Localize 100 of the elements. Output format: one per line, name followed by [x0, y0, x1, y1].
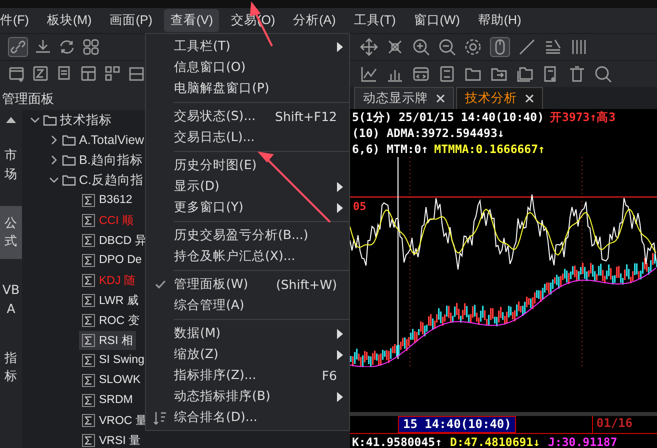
formula-item[interactable]: VRSI 量	[79, 430, 144, 448]
sigma-icon	[82, 314, 95, 326]
tab[interactable]: 动态显示牌	[354, 87, 454, 109]
menu-item[interactable]: 帮助(H)	[472, 9, 528, 32]
line-chart-icon[interactable]	[360, 65, 378, 83]
chevron-down-icon[interactable]	[30, 115, 40, 125]
menu-item[interactable]: 综合管理(A)	[146, 295, 349, 316]
tiles-add-icon[interactable]	[104, 65, 122, 83]
menu-item[interactable]: 交易状态(S)... Shift+F12	[146, 106, 349, 127]
sort-icon	[153, 410, 167, 424]
menu-item[interactable]: 更多窗口(Y)	[146, 197, 349, 218]
formula-item[interactable]: ROC 变	[79, 310, 143, 330]
sigma-icon	[82, 334, 95, 346]
menu-item[interactable]: 画面(P)	[104, 9, 158, 32]
tree-item[interactable]: A.TotalView	[79, 133, 144, 147]
zoom-out-icon[interactable]	[438, 38, 456, 56]
menu-item[interactable]: 件(F)	[0, 9, 35, 32]
percent-icon[interactable]	[544, 38, 562, 56]
bars-icon[interactable]	[570, 38, 588, 56]
sigma-icon	[82, 254, 95, 266]
menu-item[interactable]: 电脑解盘窗口(P)	[146, 78, 349, 99]
level-label: 05	[353, 200, 366, 213]
line-tool-icon[interactable]	[518, 38, 536, 56]
close-icon[interactable]	[436, 94, 445, 103]
chevron-down-icon[interactable]	[49, 175, 59, 185]
formula-item[interactable]: B3612	[79, 190, 136, 210]
search-icon[interactable]	[594, 65, 612, 83]
side-tab[interactable]: 公式	[0, 206, 22, 259]
sigma-icon	[82, 274, 95, 286]
menu-item[interactable]: 显示(D)	[146, 176, 349, 197]
menu-item[interactable]: 工具(T)	[348, 9, 402, 32]
formula-item[interactable]: SRDM	[79, 390, 136, 410]
side-tab[interactable]: 市场	[0, 138, 22, 192]
formula-item[interactable]: KDJ 随	[79, 270, 139, 290]
side-tab[interactable]: 指标	[0, 340, 22, 394]
indicator-text: 开3973↑高3	[550, 109, 616, 125]
panel-icon[interactable]	[438, 65, 456, 83]
indicator-text: (10) ADMA:3972.594493↓	[352, 125, 504, 141]
formula-item[interactable]: SI Swing	[79, 350, 148, 370]
chevron-right-icon[interactable]	[49, 135, 59, 145]
menu-item[interactable]: 缩放(Z)	[146, 344, 349, 365]
indicator-text: K:41.9580045↑	[352, 434, 442, 448]
tree-item[interactable]: 技术指标	[60, 112, 112, 128]
settings-icon[interactable]	[464, 38, 482, 56]
tab[interactable]: 技术分析	[456, 87, 543, 109]
menu-item[interactable]: 指标排序(Z)... F6	[146, 365, 349, 386]
link-icon[interactable]	[9, 38, 27, 56]
grid-icon[interactable]	[82, 38, 100, 56]
folder-icon	[62, 154, 76, 166]
folder-icon	[43, 114, 57, 126]
folders-icon[interactable]	[516, 65, 534, 83]
folder-icon	[62, 134, 76, 146]
menu-item[interactable]: 板块(M)	[40, 9, 98, 32]
close-icon[interactable]	[525, 94, 534, 103]
tree-item[interactable]: B.趋向指标	[79, 152, 143, 168]
menu-item[interactable]: 历史分时图(E)	[146, 155, 349, 176]
sigma-icon	[82, 414, 95, 426]
formula-item[interactable]: SLOWK	[79, 370, 144, 390]
menu-item[interactable]: 管理面板(W) (Shift+W)	[146, 274, 349, 295]
sigma-icon	[82, 434, 95, 446]
refresh-icon[interactable]	[58, 38, 76, 56]
time-box: 15 14:40(10:40)	[398, 416, 516, 433]
indicator-text: 5(1分) 25/01/15 14:40(10:40)	[352, 109, 544, 125]
sigma-icon	[82, 194, 95, 206]
layout-add-icon[interactable]	[80, 65, 98, 83]
side-tab[interactable]: VBA	[0, 273, 22, 326]
sigma-icon	[82, 234, 95, 246]
chevron-right-icon[interactable]	[49, 155, 59, 165]
sigma-icon	[82, 374, 95, 386]
folder-icon	[62, 174, 76, 186]
code-window-icon[interactable]	[412, 65, 430, 83]
menu-item[interactable]: 数据(M)	[146, 323, 349, 344]
split-window-icon[interactable]	[128, 65, 146, 83]
move-icon[interactable]	[360, 38, 378, 56]
date-label: 01/16	[592, 416, 632, 433]
menu-item[interactable]: 信息窗口(O)	[146, 57, 349, 78]
window-add-icon[interactable]	[8, 65, 26, 83]
indicator-text: 6,6) MTM:0↑	[352, 141, 428, 157]
formula-item[interactable]: CCI 顺	[79, 210, 137, 230]
panel-title: 管理面板	[2, 90, 54, 108]
menu-item[interactable]: 分析(A)	[287, 9, 342, 32]
sigma-icon	[82, 214, 95, 226]
formula-item[interactable]: LWR 威	[79, 290, 142, 310]
menu-item[interactable]: 窗口(W)	[408, 9, 466, 32]
sigma-icon	[82, 294, 95, 306]
indicator-text: D:47.4810691↓	[450, 434, 540, 448]
indicator-text: J:30.91187	[548, 434, 618, 448]
z-add-icon[interactable]	[32, 65, 50, 83]
menu-item[interactable]: 动态指标排序(B)	[146, 386, 349, 407]
tree-item[interactable]: C.反趋向指	[79, 172, 144, 188]
indicator-text: MTMMA:0.1666667↑	[434, 141, 545, 157]
sigma-icon	[82, 354, 95, 366]
menu-item[interactable]: 查看(V)	[164, 9, 220, 32]
formula-item[interactable]: RSI 相	[79, 330, 136, 350]
scroll-up-icon[interactable]	[6, 116, 16, 124]
formula-item[interactable]: DPO De	[79, 250, 145, 270]
trash-icon[interactable]	[568, 65, 586, 83]
menu-item[interactable]: 交易日志(L)...	[146, 127, 349, 148]
zoom-in-icon[interactable]	[412, 38, 430, 56]
crossed-tools-icon[interactable]	[386, 38, 404, 56]
